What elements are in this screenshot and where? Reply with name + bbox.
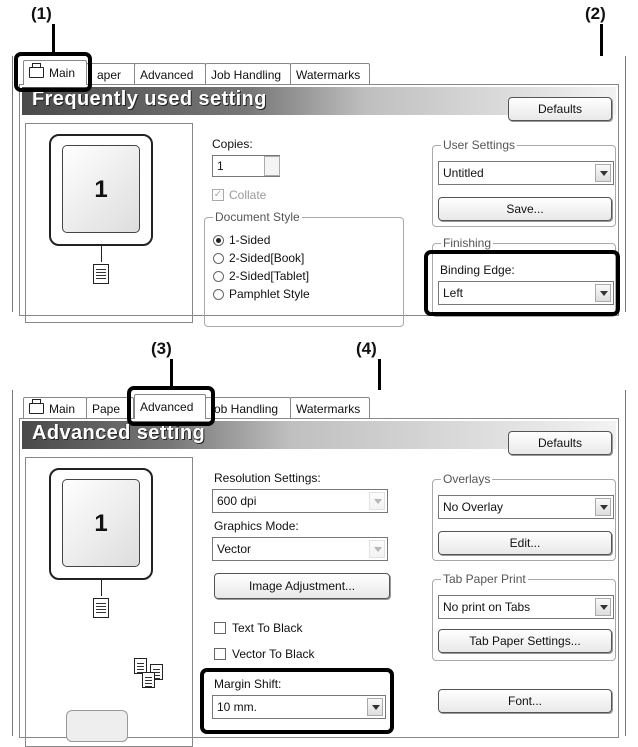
document-style-title: Document Style [213, 210, 302, 224]
highlight-margin-shift [200, 668, 394, 734]
save-button[interactable]: Save... [438, 197, 612, 221]
preview-area: 1 [25, 123, 193, 323]
graphics-mode-select[interactable]: Vector [212, 537, 388, 561]
tab-main[interactable]: Main [23, 60, 87, 85]
option-2-sided-tablet: 2-Sided[Tablet] [229, 269, 310, 283]
callout-1: (1) [31, 4, 52, 23]
text-to-black-label: Text To Black [232, 621, 303, 635]
preview-area: 1 [25, 457, 193, 747]
tab-paper-print-title: Tab Paper Print [441, 572, 528, 586]
stacked-documents-icon [142, 672, 155, 688]
user-settings-title: User Settings [441, 138, 518, 152]
printer-icon [29, 63, 44, 78]
collate-label: Collate [229, 188, 267, 202]
image-adjustment-button[interactable]: Image Adjustment... [214, 573, 390, 599]
printer-icon [29, 399, 44, 414]
preview-connector [101, 246, 102, 262]
option-2-sided-book: 2-Sided[Book] [229, 251, 305, 265]
document-icon [93, 598, 109, 618]
tab-advanced[interactable]: Advanced [134, 63, 206, 85]
tab-paper-settings-button[interactable]: Tab Paper Settings... [438, 629, 612, 653]
tab-watermarks[interactable]: Watermarks [290, 397, 370, 419]
radio-1-sided[interactable] [213, 235, 224, 246]
graphics-mode-label: Graphics Mode: [214, 519, 299, 533]
document-icon [93, 264, 109, 284]
preview-page: 1 [62, 145, 140, 233]
user-settings-select[interactable]: Untitled [438, 161, 614, 185]
chevron-down-icon [369, 492, 385, 510]
vector-to-black-checkbox[interactable] [214, 648, 226, 660]
tab-advanced[interactable]: Advanced [134, 394, 206, 419]
finishing-title: Finishing [441, 236, 494, 250]
tab-paper[interactable]: aper [86, 63, 140, 85]
copies-spinner[interactable] [264, 156, 280, 176]
radio-pamphlet-style[interactable] [213, 289, 224, 300]
tab-main[interactable]: Main [23, 397, 87, 419]
callout-2: (2) [585, 4, 606, 23]
chevron-down-icon [595, 498, 611, 516]
font-button[interactable]: Font... [438, 689, 612, 713]
option-1-sided: 1-Sided [229, 233, 271, 247]
callout-4: (4) [356, 339, 377, 358]
overlays-title: Overlays [441, 472, 493, 486]
vector-to-black-label: Vector To Black [232, 647, 315, 661]
option-pamphlet-style: Pamphlet Style [229, 287, 310, 301]
collate-checkbox[interactable]: ✓ [212, 189, 224, 201]
radio-2-sided-book[interactable] [213, 253, 224, 264]
callout-3: (3) [151, 339, 172, 358]
resolution-select[interactable]: 600 dpi [212, 489, 388, 513]
tab-job-handling[interactable]: Job Handling [205, 63, 291, 85]
chevron-down-icon [595, 598, 611, 616]
chevron-down-icon [595, 164, 611, 182]
preview-page: 1 [62, 479, 140, 567]
tab-watermarks[interactable]: Watermarks [290, 63, 370, 85]
defaults-button[interactable]: Defaults [508, 97, 612, 121]
printer-illustration-icon [66, 710, 128, 742]
text-to-black-checkbox[interactable] [214, 622, 226, 634]
tab-job-handling[interactable]: ob Handling [205, 397, 291, 419]
radio-2-sided-tablet[interactable] [213, 271, 224, 282]
resolution-label: Resolution Settings: [214, 471, 321, 485]
copies-label: Copies: [212, 137, 253, 151]
preview-page-frame: 1 [49, 134, 153, 246]
tab-paper-print-select[interactable]: No print on Tabs [438, 595, 614, 619]
edit-button[interactable]: Edit... [438, 531, 612, 555]
preview-connector [101, 580, 102, 596]
defaults-button[interactable]: Defaults [508, 431, 612, 455]
chevron-down-icon [369, 540, 385, 558]
preview-page-frame: 1 [49, 468, 153, 580]
highlight-binding-edge [424, 250, 620, 316]
callout-1-leader [52, 24, 55, 52]
overlays-select[interactable]: No Overlay [438, 495, 614, 519]
